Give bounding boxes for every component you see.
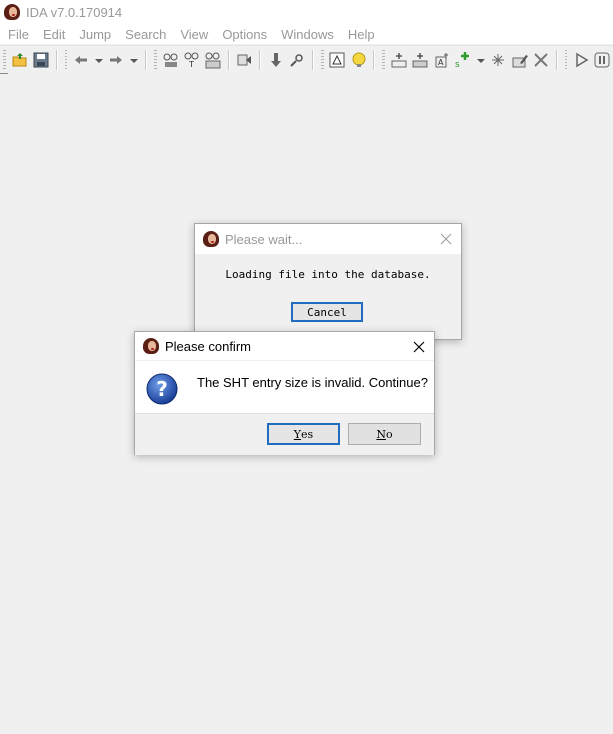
toolbar-grip[interactable] (564, 50, 568, 70)
toolbar-separator (55, 50, 58, 70)
wait-message: Loading file into the database. (225, 268, 431, 281)
dropdown-icon[interactable] (474, 49, 488, 71)
ida-logo-icon (143, 338, 159, 354)
toolbar-separator (311, 50, 314, 70)
pause-icon[interactable] (592, 49, 613, 71)
cancel-button[interactable]: Cancel (291, 302, 363, 322)
delete-icon[interactable] (530, 49, 551, 71)
save-icon[interactable] (30, 49, 51, 71)
toolbar-separator (373, 50, 376, 70)
yes-mnemonic: Y (293, 427, 302, 441)
play-icon[interactable] (570, 49, 591, 71)
please-wait-dialog: Please wait... Loading file into the dat… (194, 223, 462, 340)
edit-icon[interactable] (509, 49, 530, 71)
dialog-title: Please confirm (165, 338, 251, 354)
question-icon: ? (146, 373, 178, 405)
dropdown-icon[interactable] (127, 49, 141, 71)
svg-text:T: T (188, 60, 194, 69)
dialog-footer: Yes No (135, 413, 434, 455)
menu-jump[interactable]: Jump (72, 27, 118, 42)
menu-help[interactable]: Help (341, 27, 382, 42)
please-confirm-dialog: Please confirm ? The SHT entry size is i… (134, 331, 435, 455)
menu-view[interactable]: View (173, 27, 215, 42)
toolbar-separator (145, 50, 148, 70)
menu-search[interactable]: Search (118, 27, 173, 42)
menu-file[interactable]: File (0, 27, 36, 42)
dropdown-icon[interactable] (92, 49, 106, 71)
search-binary-icon[interactable] (160, 49, 181, 71)
ida-logo-icon (203, 231, 219, 247)
yes-label: es (301, 427, 314, 441)
ida-logo-icon (4, 4, 20, 20)
back-arrow-icon[interactable] (70, 49, 91, 71)
confirm-message: The SHT entry size is invalid. Continue? (197, 375, 428, 390)
window-title: IDA v7.0.170914 (26, 4, 123, 20)
down-arrow-icon[interactable] (265, 49, 286, 71)
data-icon[interactable] (410, 49, 431, 71)
dialog-title-bar[interactable]: Please confirm (135, 332, 434, 360)
add-segment-icon[interactable]: s (452, 49, 473, 71)
workspace-corner (0, 73, 8, 74)
toolbar-separator (555, 50, 558, 70)
no-mnemonic: N (376, 427, 386, 441)
jump-icon[interactable] (234, 49, 255, 71)
struct-icon[interactable] (488, 49, 509, 71)
no-label: o (386, 427, 393, 441)
menu-bar: File Edit Jump Search View Options Windo… (0, 24, 613, 44)
toolbar-grip[interactable] (382, 50, 386, 70)
dialog-body: ? The SHT entry size is invalid. Continu… (135, 361, 434, 413)
forward-arrow-icon[interactable] (106, 49, 127, 71)
toolbar-grip[interactable] (154, 50, 157, 70)
close-icon[interactable] (431, 224, 461, 254)
toolbar-separator (227, 50, 230, 70)
dialog-title-bar[interactable]: Please wait... (195, 224, 461, 254)
toolbar: T A s (0, 45, 613, 74)
bulb-icon[interactable] (348, 49, 369, 71)
title-bar: IDA v7.0.170914 (0, 0, 613, 24)
code-icon[interactable] (388, 49, 409, 71)
yes-button[interactable]: Yes (267, 423, 340, 445)
search-text-icon[interactable]: T (181, 49, 202, 71)
menu-edit[interactable]: Edit (36, 27, 72, 42)
toolbar-separator (259, 50, 262, 70)
toolbar-grip[interactable] (320, 50, 324, 70)
toolbar-grip[interactable] (3, 50, 6, 70)
svg-text:?: ? (156, 377, 168, 401)
svg-text:s: s (455, 60, 460, 69)
find-icon[interactable] (287, 49, 308, 71)
graph-icon[interactable] (327, 49, 348, 71)
toolbar-grip[interactable] (64, 50, 68, 70)
dialog-title: Please wait... (225, 231, 303, 247)
search-immediate-icon[interactable] (203, 49, 224, 71)
menu-options[interactable]: Options (215, 27, 274, 42)
open-file-icon[interactable] (9, 49, 30, 71)
no-button[interactable]: No (348, 423, 421, 445)
menu-windows[interactable]: Windows (274, 27, 341, 42)
svg-text:A: A (438, 58, 444, 67)
string-icon[interactable]: A (431, 49, 452, 71)
close-icon[interactable] (404, 332, 434, 362)
